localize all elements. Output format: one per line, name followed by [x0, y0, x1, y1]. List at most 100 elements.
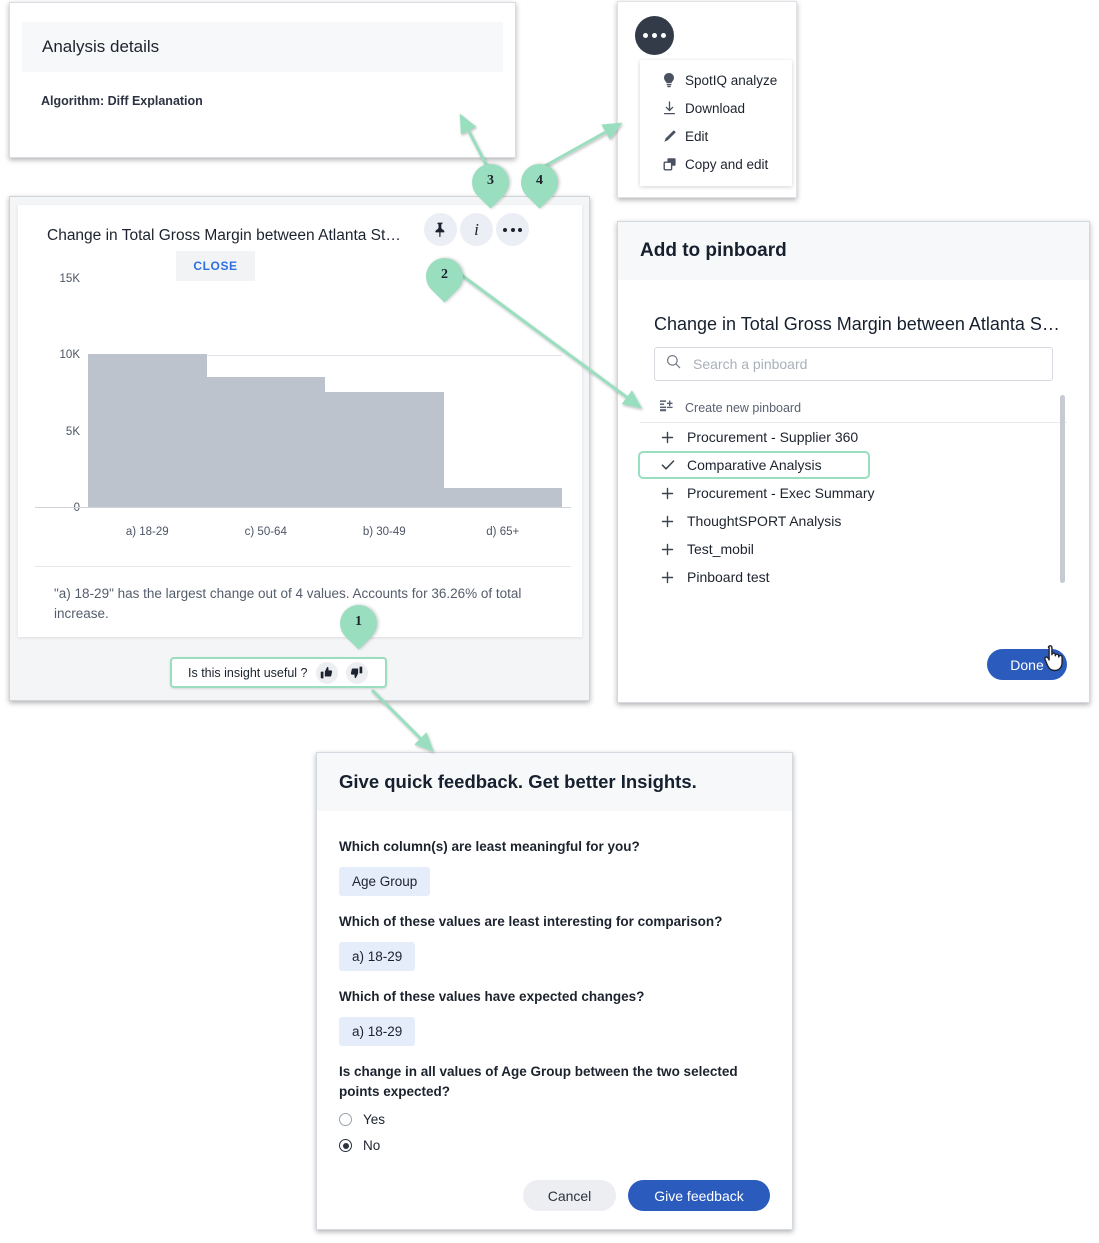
more-menu-trigger[interactable]	[626, 10, 682, 60]
feedback-chip[interactable]: a) 18-29	[339, 942, 416, 971]
menu-item-label: Copy and edit	[685, 156, 769, 172]
cancel-button[interactable]: Cancel	[523, 1180, 616, 1211]
create-pinboard-icon	[660, 399, 675, 416]
insight-feedback-label: Is this insight useful ?	[188, 665, 308, 680]
feedback-chip[interactable]: a) 18-29	[339, 1017, 416, 1046]
x-axis-labels: a) 18-29 c) 50-64 b) 30-49 d) 65+	[88, 526, 562, 538]
search-icon	[666, 354, 681, 374]
info-icon[interactable]: i	[460, 213, 493, 246]
pinboard-search[interactable]	[654, 347, 1053, 381]
bar-0	[88, 353, 207, 508]
analysis-details-panel: Analysis details Algorithm: Diff Explana…	[9, 2, 516, 158]
plus-icon	[660, 515, 675, 528]
pinboard-item[interactable]: ThoughtSPORT Analysis	[640, 507, 1067, 535]
download-icon	[663, 101, 685, 115]
radio-option-yes[interactable]: Yes	[339, 1112, 770, 1127]
callout-number: 4	[536, 172, 543, 188]
pinboard-item-label: Test_mobil	[687, 541, 754, 557]
feedback-actions: Cancel Give feedback	[523, 1180, 770, 1211]
chart-panel: Change in Total Gross Margin between Atl…	[9, 196, 590, 701]
x-axis-line	[35, 507, 571, 508]
chart-header-actions: i	[424, 213, 529, 246]
menu-item-download[interactable]: Download	[640, 94, 792, 122]
pinboard-item-label: Procurement - Supplier 360	[687, 429, 859, 445]
thumbs-down-icon[interactable]	[345, 661, 368, 684]
menu-item-copy-and-edit[interactable]: Copy and edit	[640, 150, 792, 178]
radio-label: No	[363, 1138, 381, 1153]
pinboard-item[interactable]: Procurement - Exec Summary	[640, 479, 1067, 507]
mouse-cursor	[1044, 645, 1063, 672]
more-menu-list: SpotIQ analyze Download Edit Copy and ed…	[640, 60, 792, 186]
give-feedback-button[interactable]: Give feedback	[628, 1180, 770, 1211]
pinboard-header: Add to pinboard	[618, 222, 1089, 280]
copy-icon	[663, 157, 685, 171]
bar-3	[443, 488, 562, 508]
callout-marker-4: 4	[513, 156, 566, 209]
y-tick-label: 10K	[59, 349, 80, 362]
menu-item-label: Download	[685, 100, 746, 116]
bar-1	[206, 376, 325, 508]
plus-icon	[660, 543, 675, 556]
plus-icon	[660, 487, 675, 500]
callout-number: 1	[355, 613, 362, 629]
feedback-header: Give quick feedback. Get better Insights…	[317, 753, 792, 811]
thumbs-up-icon[interactable]	[315, 661, 338, 684]
feedback-question: Which column(s) are least meaningful for…	[339, 839, 640, 854]
close-button[interactable]: CLOSE	[176, 251, 255, 281]
ellipsis-icon[interactable]	[496, 213, 529, 246]
radio-button-unselected-icon[interactable]	[339, 1113, 352, 1126]
feedback-question: Which of these values are least interest…	[339, 914, 723, 929]
feedback-question: Which of these values have expected chan…	[339, 989, 645, 1004]
radio-button-selected-icon[interactable]	[339, 1139, 352, 1152]
menu-item-edit[interactable]: Edit	[640, 122, 792, 150]
plus-icon	[660, 431, 675, 444]
x-tick-label: c) 50-64	[244, 526, 287, 538]
y-tick-label: 0	[73, 502, 80, 514]
callout-number: 2	[441, 266, 448, 282]
pinboard-header-title: Add to pinboard	[640, 240, 787, 261]
callout-number: 3	[487, 172, 494, 188]
x-tick-label: a) 18-29	[125, 526, 169, 538]
feedback-header-title: Give quick feedback. Get better Insights…	[339, 771, 697, 792]
radio-option-no[interactable]: No	[339, 1138, 770, 1153]
pinboard-item-label: Pinboard test	[687, 569, 770, 585]
pinboard-item[interactable]: Pinboard test	[640, 563, 1067, 591]
analysis-details-algorithm: Algorithm: Diff Explanation	[41, 94, 203, 108]
chart-title: Change in Total Gross Margin between Atl…	[47, 227, 401, 244]
create-new-pinboard-label: Create new pinboard	[685, 400, 802, 415]
analysis-details-header: Analysis details	[22, 22, 503, 72]
scrollbar-thumb[interactable]	[1060, 395, 1065, 583]
feedback-radio-question: Is change in all values of Age Group bet…	[339, 1064, 738, 1099]
analysis-details-title: Analysis details	[42, 37, 160, 56]
pinboard-list: Create new pinboard Procurement - Suppli…	[638, 393, 1067, 591]
chart-card: Change in Total Gross Margin between Atl…	[18, 205, 582, 637]
bar-chart: 15K 10K 5K 0 a) 18-29 c) 50-64 b) 30-49 …	[35, 273, 571, 546]
pin-icon[interactable]	[424, 213, 457, 246]
bar-2	[325, 391, 444, 508]
feedback-chip[interactable]: Age Group	[339, 867, 431, 896]
create-new-pinboard-row[interactable]: Create new pinboard	[640, 393, 1067, 423]
ellipsis-icon	[634, 15, 674, 55]
chart-plot-area: 15K 10K 5K 0	[60, 273, 562, 514]
callout-marker-3: 3	[464, 156, 517, 209]
menu-item-label: SpotIQ analyze	[685, 72, 778, 88]
more-menu-panel: SpotIQ analyze Download Edit Copy and ed…	[617, 1, 797, 198]
search-input[interactable]	[691, 355, 1052, 373]
divider	[35, 566, 571, 567]
x-tick-label: d) 65+	[486, 526, 520, 538]
check-icon	[660, 459, 675, 471]
feedback-dialog: Give quick feedback. Get better Insights…	[316, 752, 793, 1230]
y-tick-label: 5K	[65, 425, 80, 438]
pinboard-item[interactable]: Test_mobil	[640, 535, 1067, 563]
pinboard-item-selected[interactable]: Comparative Analysis	[638, 451, 870, 479]
pinboard-item[interactable]: Procurement - Supplier 360	[640, 423, 1067, 451]
pinboard-item-label: Procurement - Exec Summary	[687, 485, 875, 501]
radio-label: Yes	[363, 1112, 386, 1127]
insight-text: "a) 18-29" has the largest change out of…	[54, 586, 522, 621]
lightbulb-icon	[663, 72, 685, 88]
add-to-pinboard-panel: Add to pinboard Change in Total Gross Ma…	[617, 221, 1090, 703]
menu-item-spotiq-analyze[interactable]: SpotIQ analyze	[640, 66, 792, 94]
pinboard-item-label: Comparative Analysis	[687, 457, 822, 473]
plus-icon	[660, 571, 675, 584]
insight-feedback-bar: Is this insight useful ?	[170, 657, 387, 688]
